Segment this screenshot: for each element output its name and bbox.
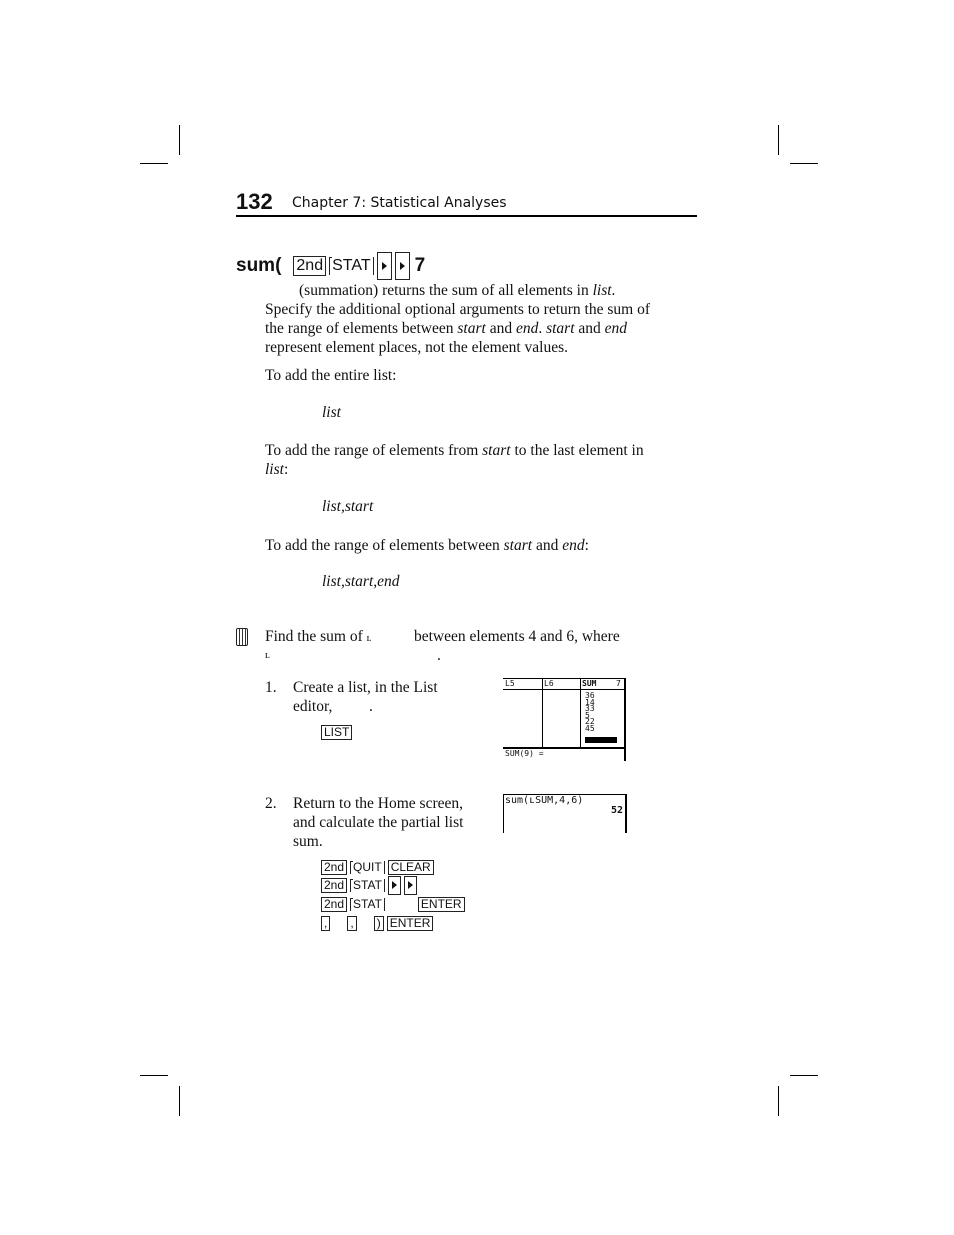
key-2nd: 2nd xyxy=(321,860,348,875)
step-text: Create a list, in the List xyxy=(293,679,438,696)
key-stat: STAT xyxy=(350,898,385,911)
crop-mark xyxy=(140,163,168,164)
right-arrow-icon xyxy=(391,881,397,889)
description-line: Specify the additional optional argument… xyxy=(265,301,650,318)
list-value: 45 xyxy=(585,723,595,733)
step-number: 2. xyxy=(265,795,277,812)
key-comma: , xyxy=(321,916,331,931)
column-header: SUM xyxy=(582,679,597,688)
step-text: . xyxy=(369,698,373,715)
key-quit: QUIT xyxy=(350,861,385,874)
step-text: editor, xyxy=(293,698,333,715)
right-arrow-icon xyxy=(381,262,387,270)
entry-heading: sum( 2nd STAT 7 xyxy=(236,252,425,280)
key-2nd: 2nd xyxy=(321,878,348,893)
crop-mark xyxy=(179,1086,180,1116)
column-number: 7 xyxy=(616,679,621,688)
syntax: list,start,end xyxy=(322,573,400,590)
description-line: the range of elements between start and … xyxy=(265,320,628,337)
description-line: (summation) returns the sum of all eleme… xyxy=(299,282,616,299)
header-rule xyxy=(236,215,697,217)
cursor-cell xyxy=(585,737,617,743)
case-text: To add the range of elements from start … xyxy=(265,442,644,459)
key-stat: STAT xyxy=(329,257,374,275)
right-arrow-icon xyxy=(407,881,413,889)
key-enter: ENTER xyxy=(417,897,465,912)
calculator-screen-home: sum(ʟSUM,4,6) 52 xyxy=(503,794,627,833)
keystroke-row: 2nd STAT xyxy=(321,876,420,895)
keystroke-row: ,,) ENTER xyxy=(321,914,436,932)
crop-mark xyxy=(790,1075,818,1076)
key-2nd: 2nd xyxy=(293,256,327,276)
case-text: To add the range of elements between sta… xyxy=(265,537,589,554)
case-text: To add the entire list: xyxy=(265,367,397,384)
document-page: 132 Chapter 7: Statistical Analyses sum(… xyxy=(0,0,954,1235)
key-enter: ENTER xyxy=(386,916,434,931)
keystroke-row: 2nd STAT ENTER xyxy=(321,895,468,913)
key-right-arrow xyxy=(403,876,417,895)
page-number: 132 xyxy=(236,189,273,214)
key-comma: , xyxy=(347,916,357,931)
example-intro: Find the sum of ʟ xyxy=(265,628,372,645)
column-header: L5 xyxy=(505,679,515,688)
key-7: 7 xyxy=(414,255,426,276)
key-right-arrow xyxy=(387,876,401,895)
case-text: list: xyxy=(265,461,289,478)
entry-line: SUM(9) = xyxy=(505,749,544,758)
key-list: LIST xyxy=(321,725,353,740)
syntax: list,start xyxy=(322,498,374,515)
crop-mark xyxy=(179,125,180,155)
crop-mark xyxy=(140,1075,168,1076)
keystroke-row: 2nd QUIT CLEAR xyxy=(321,858,437,876)
crop-mark xyxy=(790,163,818,164)
key-right-arrow xyxy=(376,252,392,280)
example-intro: ʟ xyxy=(265,649,270,661)
key-clear: CLEAR xyxy=(387,860,434,875)
step-number: 1. xyxy=(265,679,277,696)
right-arrow-icon xyxy=(399,262,405,270)
home-expression: sum(ʟSUM,4,6) xyxy=(505,795,584,806)
step-text: and calculate the partial list xyxy=(293,814,464,831)
column-header: L6 xyxy=(544,679,554,688)
calculator-icon xyxy=(236,628,248,646)
crop-mark xyxy=(778,1086,779,1116)
key-right-arrow xyxy=(394,252,410,280)
key-2nd: 2nd xyxy=(321,897,348,912)
chapter-title: Chapter 7: Statistical Analyses xyxy=(292,195,507,211)
syntax: list xyxy=(322,404,341,421)
function-name: sum( xyxy=(236,255,282,276)
step-text: sum. xyxy=(293,833,323,850)
home-result: 52 xyxy=(610,805,623,816)
key-close-paren: ) xyxy=(373,916,384,931)
key-stat: STAT xyxy=(350,879,385,892)
calculator-screen-list-editor: L5 L6 SUM 7 36 14 33 5 22 45 SUM(9) = xyxy=(503,678,626,761)
step-text: Return to the Home screen, xyxy=(293,795,464,812)
description-line: represent element places, not the elemen… xyxy=(265,339,568,356)
keystrokes: LIST xyxy=(321,723,355,741)
example-intro: . xyxy=(437,647,441,664)
crop-mark xyxy=(778,125,779,155)
example-intro: between elements 4 and 6, where xyxy=(414,628,620,645)
